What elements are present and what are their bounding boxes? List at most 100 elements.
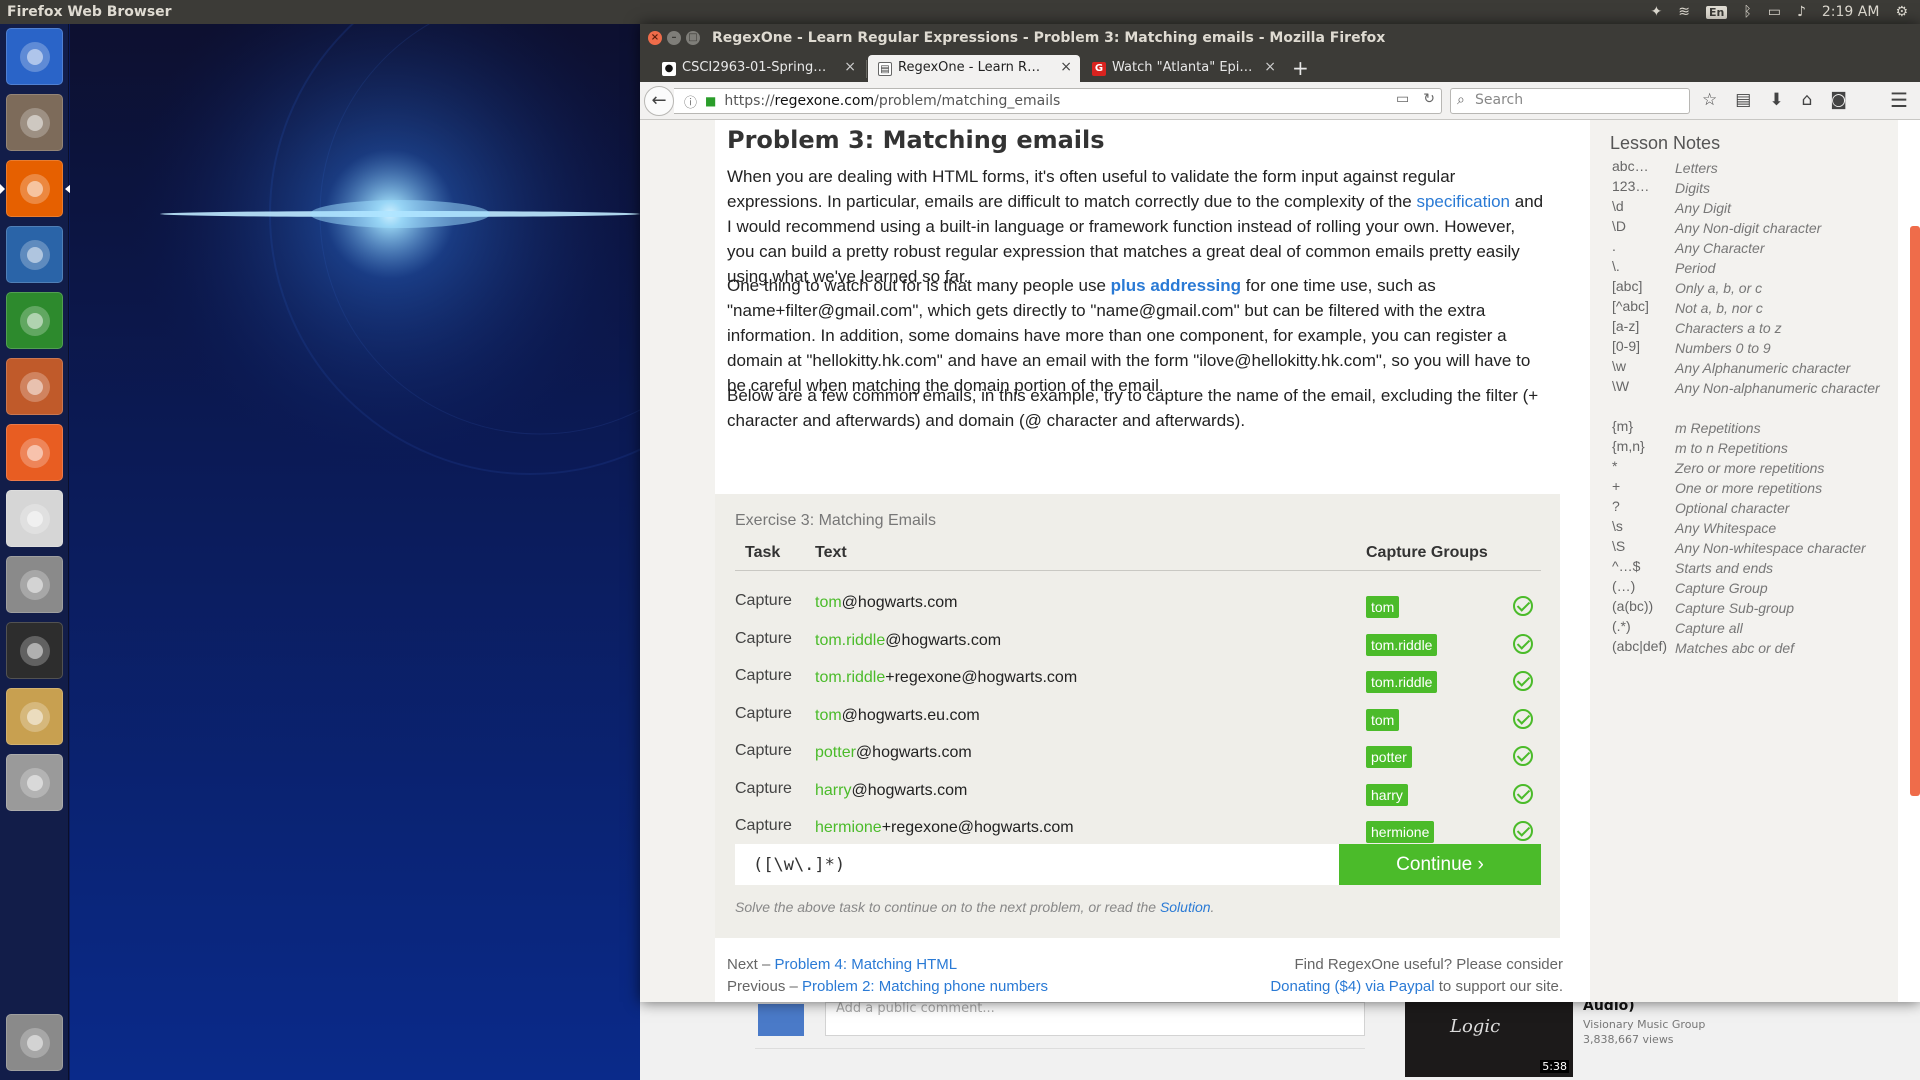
- solve-note-text: .: [1210, 899, 1215, 915]
- video-thumbnail[interactable]: Logic 5:38: [1405, 1002, 1573, 1077]
- previous-problem-link[interactable]: Problem 2: Matching phone numbers: [802, 978, 1048, 995]
- lesson-note-meaning: One or more repetitions: [1675, 480, 1823, 496]
- video-channel[interactable]: Visionary Music Group: [1583, 1018, 1705, 1031]
- terminal-icon[interactable]: [6, 622, 63, 679]
- donate-line: Donating ($4) via Paypal to support our …: [1270, 978, 1563, 995]
- plus-addressing-link[interactable]: plus addressing: [1111, 276, 1241, 295]
- ubuntu-software-icon[interactable]: [6, 424, 63, 481]
- pocket-icon[interactable]: ◙: [1830, 90, 1847, 110]
- donate-link[interactable]: Donating ($4) via Paypal: [1270, 978, 1434, 995]
- next-problem-nav: Next – Problem 4: Matching HTML: [727, 956, 957, 973]
- libreoffice-impress-orange-icon[interactable]: [6, 358, 63, 415]
- back-button[interactable]: ←: [644, 86, 674, 116]
- wifi-icon[interactable]: ≋: [1678, 4, 1690, 20]
- exercise-title: Exercise 3: Matching Emails: [735, 512, 936, 529]
- firefox-icon[interactable]: [0, 160, 71, 217]
- battery-icon[interactable]: ▭: [1768, 4, 1781, 20]
- lesson-note-pattern: {m}: [1612, 418, 1634, 434]
- libreoffice-calc-icon[interactable]: [6, 292, 63, 349]
- matched-part: tom.riddle: [815, 631, 886, 649]
- lesson-note-meaning: Any Non-alphanumeric character: [1675, 380, 1880, 396]
- url-bar[interactable]: ⓘ ■ https://regexone.com/problem/matchin…: [674, 88, 1442, 114]
- reader-view-icon[interactable]: ▭: [1396, 91, 1409, 107]
- continue-button[interactable]: Continue ›: [1339, 844, 1541, 885]
- thumbnail-text: Logic: [1450, 1016, 1501, 1037]
- lesson-note-meaning: Period: [1675, 260, 1716, 276]
- video-duration: 5:38: [1540, 1060, 1569, 1073]
- keyboard-layout-indicator[interactable]: En: [1705, 5, 1728, 19]
- check-icon: [1513, 821, 1533, 841]
- paragraph-2: One thing to watch out for is that many …: [727, 273, 1547, 398]
- system-settings-icon[interactable]: [6, 556, 63, 613]
- close-tab-icon[interactable]: ×: [1060, 59, 1072, 75]
- lesson-note-pattern: .: [1612, 238, 1616, 254]
- minimize-window-button[interactable]: –: [667, 31, 681, 45]
- close-window-button[interactable]: ×: [648, 31, 662, 45]
- library-icon[interactable]: ▤: [1735, 90, 1751, 110]
- lesson-note-meaning: Any Non-whitespace character: [1675, 540, 1866, 556]
- bluetooth-icon[interactable]: ᛒ: [1743, 4, 1751, 20]
- files-icon[interactable]: [6, 94, 63, 151]
- email-text: hermione+regexone@hogwarts.com: [815, 819, 1074, 837]
- disks-icon[interactable]: [6, 754, 63, 811]
- next-problem-link[interactable]: Problem 4: Matching HTML: [775, 956, 958, 973]
- lesson-note-meaning: m to n Repetitions: [1675, 440, 1788, 456]
- lesson-note-pattern: ?: [1612, 498, 1620, 514]
- header-divider: [735, 570, 1541, 571]
- lesson-note-meaning: Any Alphanumeric character: [1675, 360, 1851, 376]
- lesson-note-pattern: *: [1612, 458, 1618, 474]
- close-tab-icon[interactable]: ×: [1264, 59, 1276, 75]
- system-monitor-icon[interactable]: [6, 688, 63, 745]
- next-label: Next –: [727, 956, 775, 973]
- close-tab-icon[interactable]: ×: [844, 59, 856, 75]
- window-title-bar[interactable]: × – □ RegexOne - Learn Regular Expressio…: [640, 24, 1920, 52]
- lesson-note-pattern: [0-9]: [1612, 338, 1641, 354]
- lesson-note-pattern: \W: [1612, 378, 1630, 394]
- info-icon[interactable]: ⓘ: [684, 92, 697, 111]
- tab-atlanta[interactable]: G Watch "Atlanta" Epi… ×: [1082, 55, 1284, 82]
- new-tab-button[interactable]: +: [1292, 56, 1309, 80]
- home-icon[interactable]: ⌂: [1802, 90, 1813, 110]
- lesson-note-pattern: ^…$: [1612, 558, 1641, 574]
- exercise-row: Capture tom@hogwarts.eu.com tom: [735, 699, 1541, 736]
- email-text: tom.riddle@hogwarts.com: [815, 632, 1001, 650]
- search-input[interactable]: ⌕ Search: [1450, 88, 1690, 114]
- lesson-note-meaning: Capture Sub-group: [1675, 600, 1795, 616]
- comment-input[interactable]: Add a public comment...: [825, 1001, 1365, 1036]
- solution-link[interactable]: Solution: [1160, 899, 1211, 915]
- lesson-note-pattern: (abc|def): [1612, 638, 1667, 654]
- solve-note-text: Solve the above task to continue on to t…: [735, 899, 1160, 915]
- lesson-note-meaning: Optional character: [1675, 500, 1790, 516]
- tab-regexone[interactable]: ▤ RegexOne - Learn R… ×: [868, 55, 1080, 82]
- dropbox-icon[interactable]: ✦: [1650, 4, 1662, 20]
- lesson-note-pattern: \D: [1612, 218, 1626, 234]
- reload-icon[interactable]: ↻: [1423, 91, 1435, 107]
- exercise-row: Capture tom.riddle@hogwarts.com tom.riddle: [735, 624, 1541, 661]
- page-content: Problem 3: Matching emails When you are …: [640, 120, 1920, 1002]
- scrollbar[interactable]: [1910, 226, 1920, 796]
- ubuntu-dash-icon[interactable]: [6, 28, 63, 85]
- bookmark-star-icon[interactable]: ☆: [1702, 90, 1717, 110]
- column-header-task: Task: [745, 544, 781, 561]
- hamburger-menu-icon[interactable]: ☰: [1890, 88, 1908, 112]
- maximize-window-button[interactable]: □: [686, 31, 700, 45]
- running-app-indicator: [0, 184, 5, 194]
- github-icon: ●: [662, 62, 676, 76]
- volume-icon[interactable]: ♪: [1797, 4, 1806, 20]
- specification-link[interactable]: specification: [1416, 192, 1510, 211]
- clock[interactable]: 2:19 AM: [1822, 4, 1880, 20]
- trash-icon[interactable]: [6, 1014, 63, 1071]
- lesson-note-pattern: (…): [1612, 578, 1636, 594]
- lesson-note-meaning: Capture Group: [1675, 580, 1768, 596]
- unmatched-part: +regexone@hogwarts.com: [885, 669, 1078, 686]
- lock-icon[interactable]: ■: [705, 94, 716, 108]
- check-icon: [1513, 783, 1533, 804]
- libreoffice-impress-icon[interactable]: [6, 226, 63, 283]
- amazon-icon[interactable]: [6, 490, 63, 547]
- download-icon[interactable]: ⬇: [1769, 90, 1783, 110]
- gear-icon[interactable]: ⚙: [1895, 4, 1908, 20]
- regexone-icon: ▤: [878, 62, 892, 76]
- tab-csci[interactable]: ● CSCI2963-01-Spring… ×: [652, 55, 864, 82]
- regex-input[interactable]: [735, 844, 1339, 885]
- email-text: tom@hogwarts.com: [815, 594, 958, 612]
